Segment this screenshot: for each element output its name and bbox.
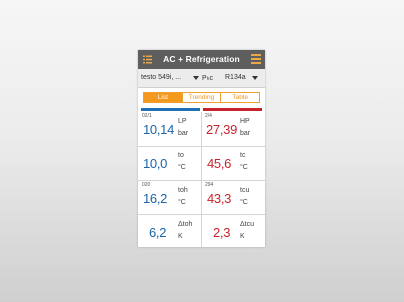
cell-unit: K <box>178 233 183 240</box>
reading-cell-tc[interactable]: 45,6 tc °C <box>202 147 265 180</box>
tab-list[interactable]: List <box>144 93 182 102</box>
reading-cell-dtoh[interactable]: 6,2 Δtoh K <box>138 215 201 247</box>
cell-code: 294 <box>205 182 214 188</box>
cell-code: 02/1 <box>142 113 152 119</box>
cell-code: 020 <box>142 182 151 188</box>
view-tabs: List Trending Table <box>143 92 260 103</box>
cell-label: tcu <box>240 187 250 194</box>
cell-unit: bar <box>240 130 251 137</box>
cell-unit: °C <box>240 199 248 206</box>
app-title: AC + Refrigeration <box>163 54 240 64</box>
selector-bar: testo 549i, ... Pₕc R134a <box>138 69 265 88</box>
cell-value: 16,2 <box>143 191 168 206</box>
tab-table[interactable]: Table <box>220 93 259 102</box>
app-screen: AC + Refrigeration testo 549i, ... Pₕc R… <box>138 50 265 247</box>
cell-unit: °C <box>178 164 186 171</box>
cell-label: HP <box>240 118 250 125</box>
cell-value: 27,39 <box>206 122 238 137</box>
chevron-down-icon[interactable] <box>193 76 199 80</box>
reading-cell-lp[interactable]: 02/1 10,14 LP bar <box>138 112 201 146</box>
parameter-select[interactable]: Pₕc <box>202 74 213 82</box>
cell-label: Δtcu <box>240 221 255 228</box>
device-select[interactable]: testo 549i, ... <box>141 74 181 81</box>
reading-cell-to[interactable]: 10,0 to °C <box>138 147 201 180</box>
reading-cell-dtcu[interactable]: 2,3 Δtcu K <box>202 215 265 247</box>
cell-value: 10,0 <box>143 156 168 171</box>
low-side-bar <box>141 108 200 111</box>
cell-label: toh <box>178 187 188 194</box>
cell-label: to <box>178 152 184 159</box>
cell-value: 2,3 <box>213 225 231 240</box>
reading-cell-hp[interactable]: 2/4 27,39 HP bar <box>202 112 265 146</box>
chevron-down-icon[interactable] <box>252 76 258 80</box>
cell-unit: bar <box>178 130 189 137</box>
cell-value: 45,6 <box>207 156 232 171</box>
title-bar: AC + Refrigeration <box>138 50 265 69</box>
reading-cell-toh[interactable]: 020 16,2 toh °C <box>138 181 201 214</box>
cell-label: Δtoh <box>178 221 193 228</box>
cell-unit: K <box>240 233 245 240</box>
tab-trending[interactable]: Trending <box>181 93 221 102</box>
cell-value: 43,3 <box>207 191 232 206</box>
cell-value: 6,2 <box>149 225 167 240</box>
hamburger-icon[interactable] <box>251 54 261 64</box>
cell-value: 10,14 <box>143 122 175 137</box>
reading-cell-tcu[interactable]: 294 43,3 tcu °C <box>202 181 265 214</box>
cell-unit: °C <box>240 164 248 171</box>
cell-code: 2/4 <box>205 113 212 119</box>
refrigerant-select[interactable]: R134a <box>225 74 246 81</box>
cell-unit: °C <box>178 199 186 206</box>
cell-label: tc <box>240 152 246 159</box>
cell-label: LP <box>178 118 187 125</box>
high-side-bar <box>203 108 262 111</box>
